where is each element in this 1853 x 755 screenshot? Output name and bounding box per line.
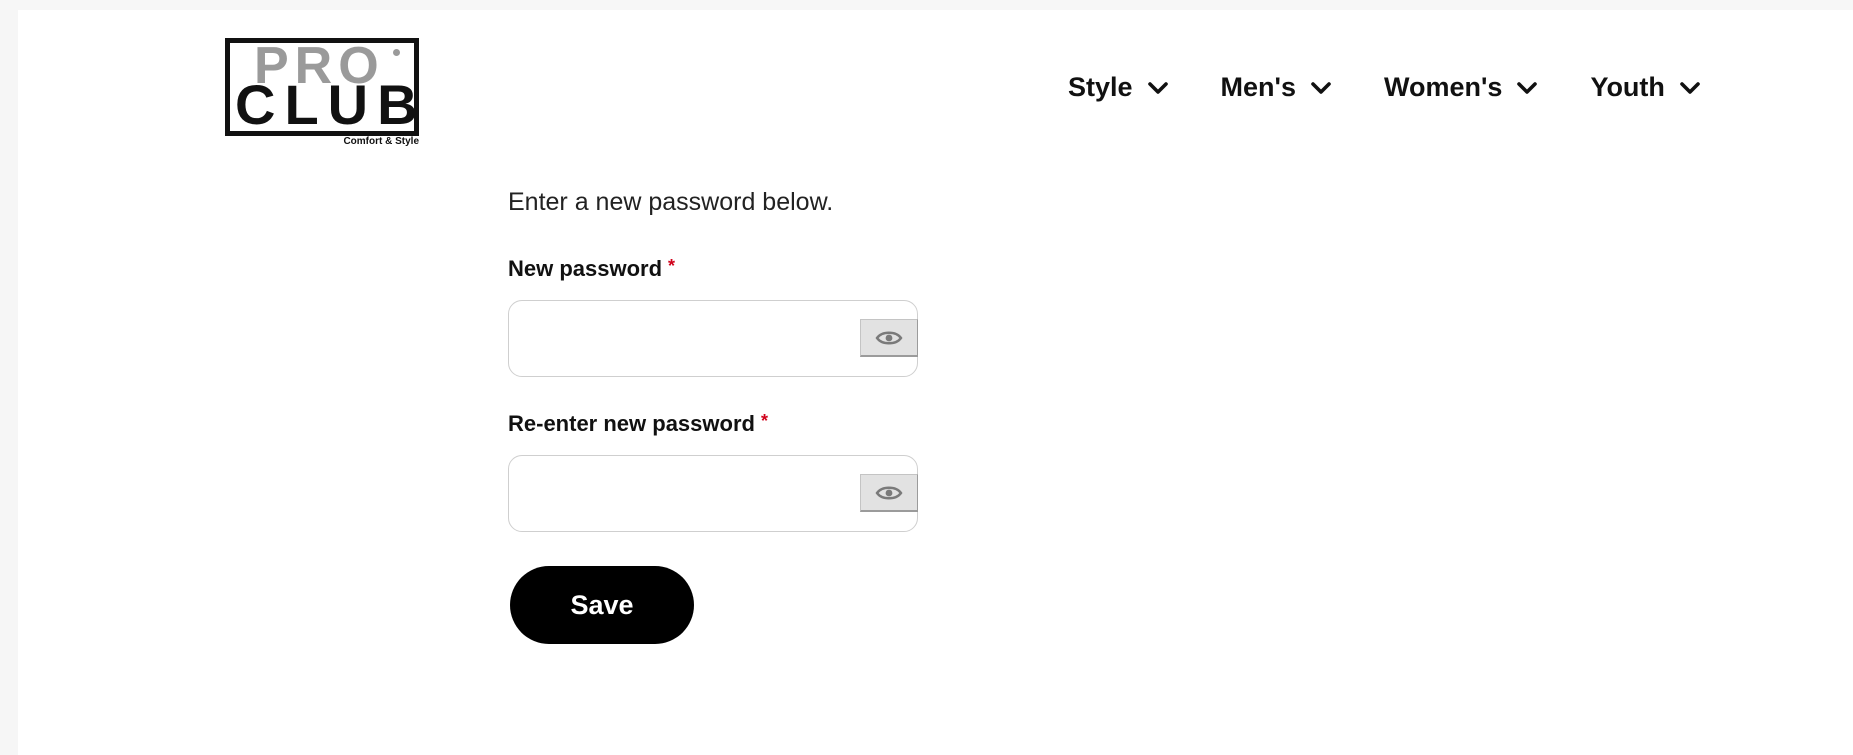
new-password-label-text: New password: [508, 256, 663, 281]
nav-item-style[interactable]: Style: [1068, 72, 1169, 103]
new-password-input[interactable]: [523, 315, 847, 363]
nav-item-label: Style: [1068, 72, 1133, 102]
nav-item-label: Youth: [1590, 72, 1665, 102]
page-edge-left: [0, 0, 18, 755]
required-marker: *: [760, 411, 768, 431]
eye-icon: [875, 331, 903, 344]
site-logo[interactable]: PRO CLUB Comfort & Style: [225, 38, 419, 150]
chevron-down-icon: [1311, 81, 1331, 94]
main-nav: Style Men's Women's Youth: [1068, 72, 1701, 103]
logo-box: PRO CLUB: [225, 38, 419, 136]
new-password-label: New password *: [508, 256, 675, 282]
required-marker: *: [668, 256, 676, 276]
nav-item-label: Men's: [1220, 72, 1296, 102]
chevron-down-icon: [1680, 81, 1700, 94]
show-password-toggle[interactable]: [860, 319, 918, 357]
registered-mark-icon: [393, 49, 400, 56]
intro-text: Enter a new password below.: [508, 188, 834, 216]
confirm-password-label-text: Re-enter new password: [508, 411, 755, 436]
nav-item-label: Women's: [1383, 72, 1503, 102]
confirm-password-field: [508, 455, 918, 532]
page-edge-top: [0, 0, 1853, 10]
new-password-field: [508, 300, 918, 377]
confirm-password-input[interactable]: [523, 470, 847, 518]
nav-item-mens[interactable]: Men's: [1221, 72, 1332, 103]
save-button[interactable]: Save: [510, 566, 694, 644]
confirm-password-label: Re-enter new password *: [508, 411, 768, 437]
eye-icon: [875, 486, 903, 499]
show-confirm-password-toggle[interactable]: [860, 474, 918, 512]
nav-item-youth[interactable]: Youth: [1590, 72, 1700, 103]
nav-item-womens[interactable]: Women's: [1384, 72, 1538, 103]
chevron-down-icon: [1517, 81, 1538, 94]
chevron-down-icon: [1147, 81, 1168, 94]
page: PRO CLUB Comfort & Style Style Men's Wom…: [0, 0, 1853, 755]
logo-tagline: Comfort & Style: [343, 136, 419, 147]
logo-text-club: CLUB: [235, 73, 419, 136]
